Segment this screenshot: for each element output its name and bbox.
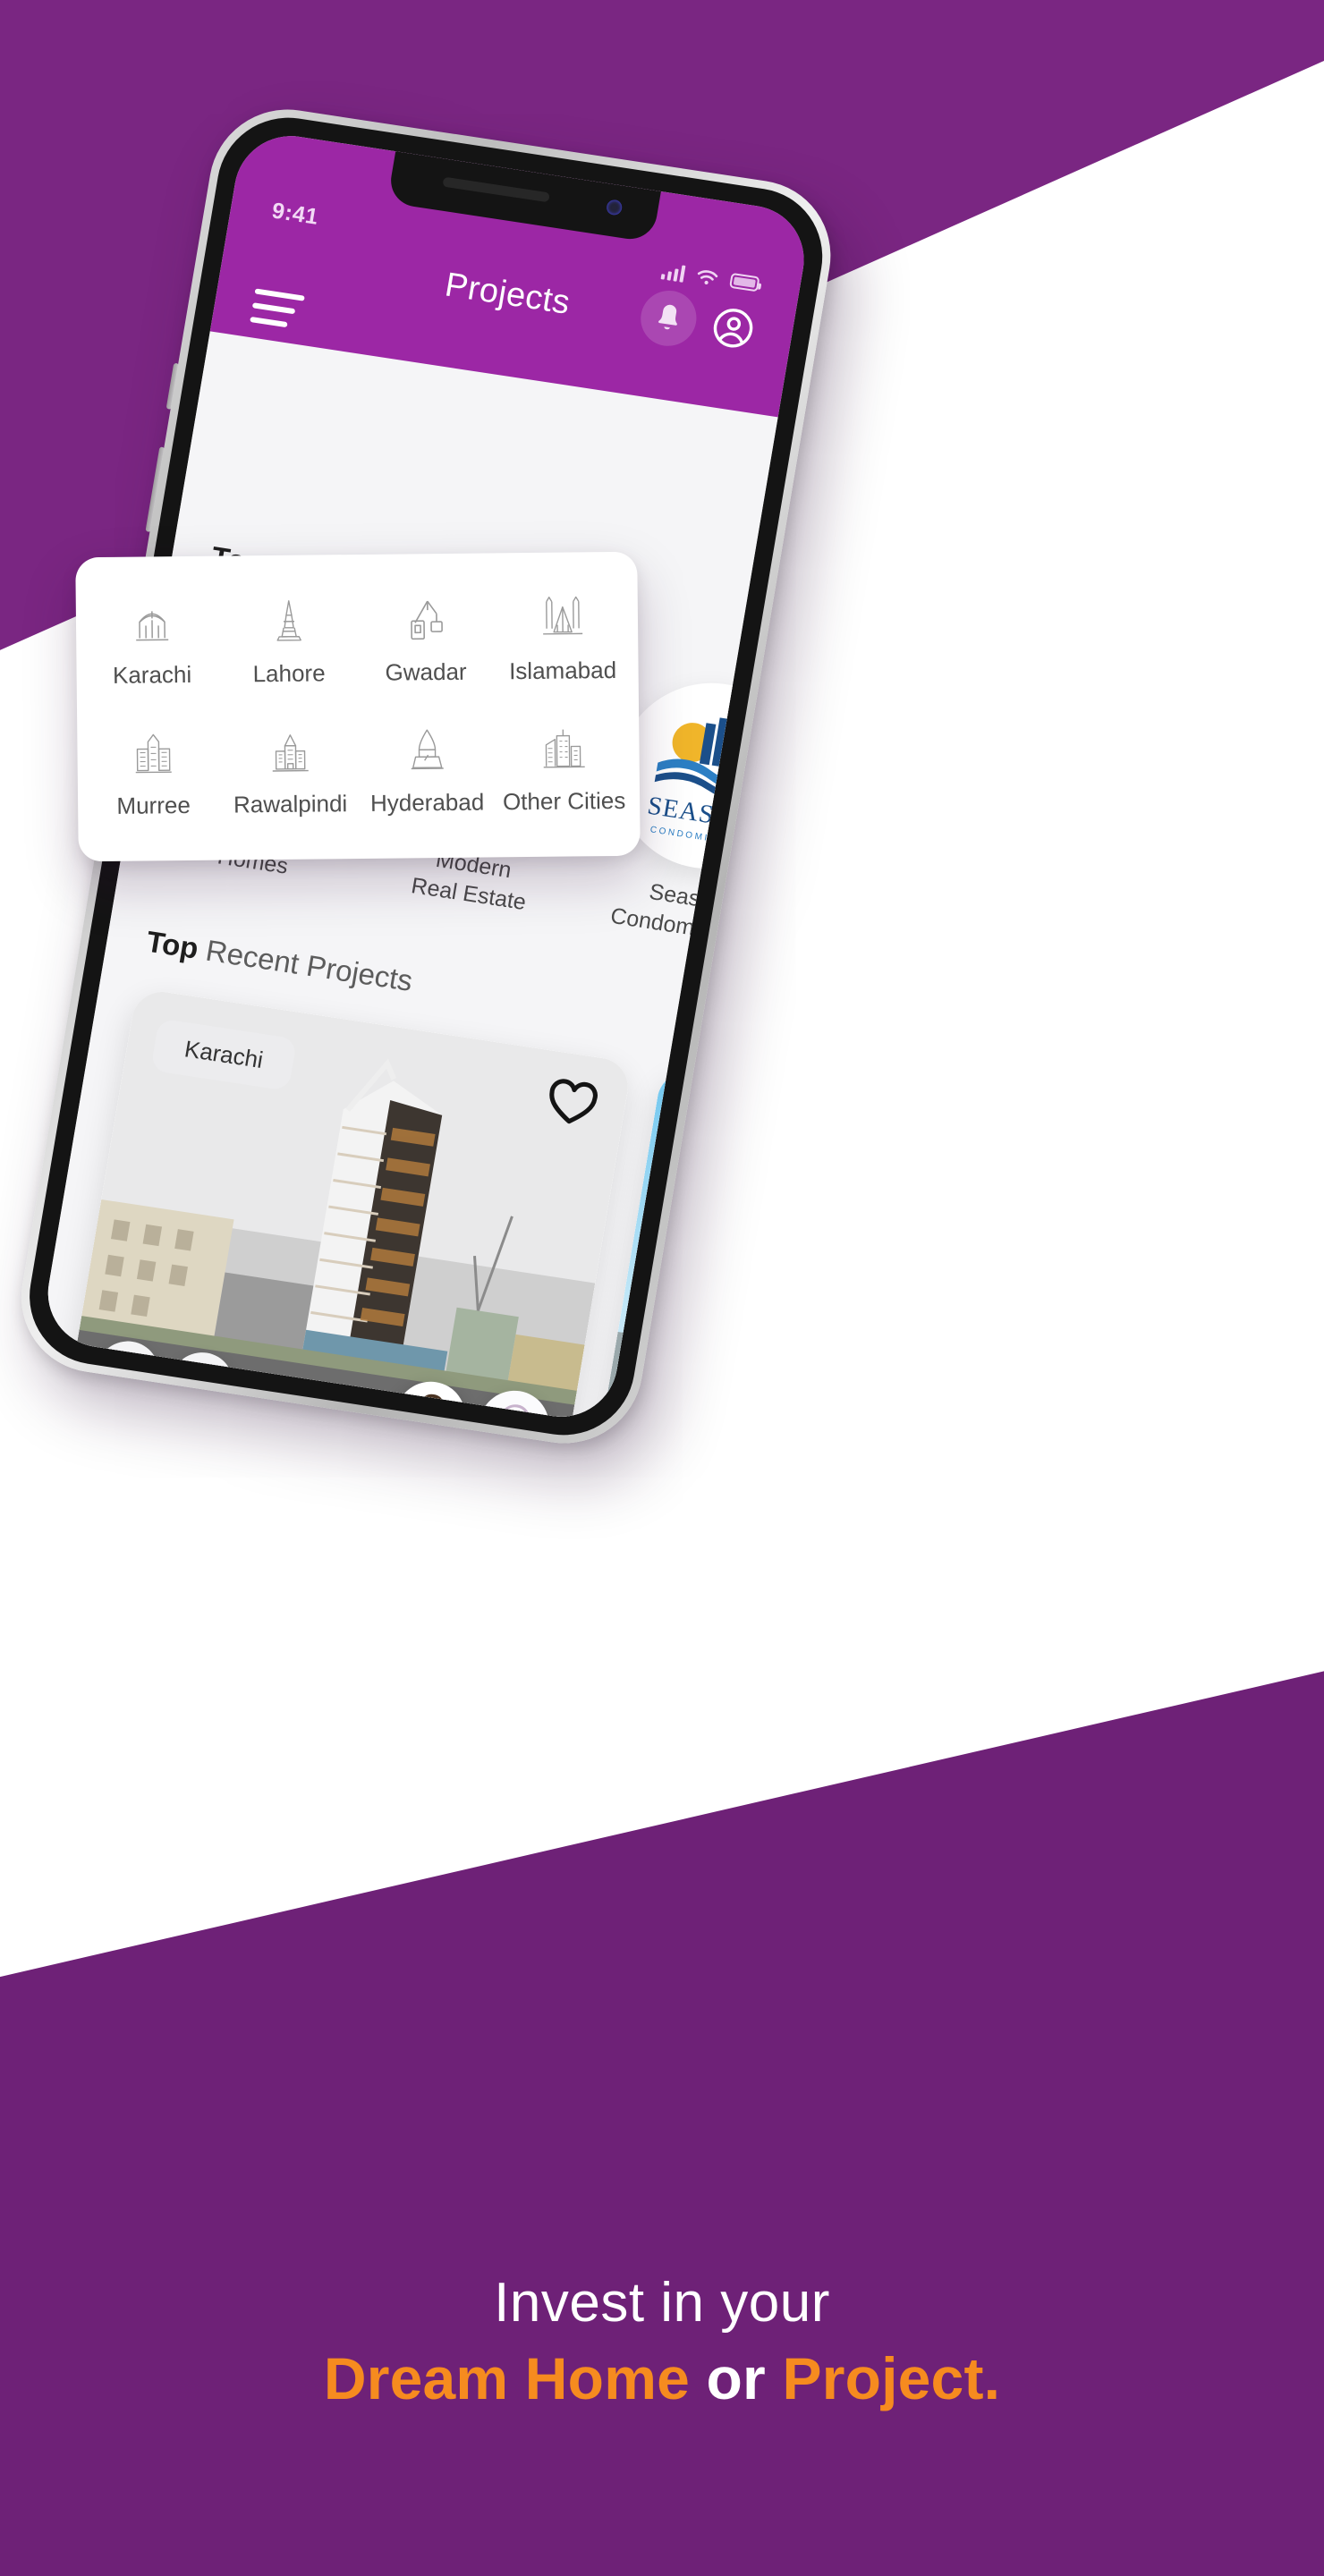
- project-action-chips[interactable]: [616, 1416, 763, 1425]
- city-label: Murree: [116, 791, 191, 819]
- civic-building-icon: [272, 733, 309, 772]
- builder-name: Mayari Real Estate: [806, 902, 812, 988]
- city-label: Rawalpindi: [233, 789, 348, 818]
- notification-button[interactable]: [636, 286, 701, 351]
- city-grid[interactable]: Karachi Lahore Gwadar Islamabad Murree R…: [82, 573, 632, 840]
- share-button[interactable]: [90, 1336, 164, 1409]
- projects-list[interactable]: Karachi Lahore: [39, 953, 812, 1425]
- hill-buildings-icon: [135, 733, 172, 773]
- dominion-photo: [598, 1067, 812, 1425]
- faisal-mosque-icon: [542, 596, 582, 635]
- city-label: Lahore: [252, 658, 326, 687]
- poster-canvas: 9:41 Projects Homes Modern Real Estate S…: [0, 0, 1324, 2576]
- project-image: Lahore: [598, 1067, 812, 1425]
- city-picker-card[interactable]: Karachi Lahore Gwadar Islamabad Murree R…: [75, 551, 641, 862]
- wifi-icon: [697, 269, 718, 284]
- project-card[interactable]: Karachi: [46, 987, 633, 1425]
- city-option-lahore[interactable]: Lahore: [219, 576, 358, 708]
- city-skyline-icon: [543, 729, 585, 768]
- city-label: Karachi: [112, 660, 192, 689]
- tagline-connector: or: [689, 2345, 783, 2411]
- mazar-e-quaid-icon: [135, 610, 168, 640]
- city-option-murree[interactable]: Murree: [84, 708, 223, 841]
- builder-card[interactable]: MAYARI RE Mayari Real Estate: [806, 703, 812, 988]
- heart-icon: [549, 1079, 598, 1124]
- user-circle-icon: [713, 309, 753, 348]
- project-image: Karachi: [72, 987, 633, 1425]
- share-button[interactable]: [616, 1416, 690, 1425]
- signal-bars-icon: [660, 261, 686, 283]
- city-label: Gwadar: [385, 657, 467, 686]
- verified-pin-icon: [499, 1404, 530, 1425]
- front-camera: [605, 199, 624, 216]
- city-option-gwadar[interactable]: Gwadar: [356, 574, 495, 707]
- tagline-line-1: Invest in your: [494, 2272, 830, 2334]
- tomb-monument-icon: [411, 728, 444, 769]
- status-time: 9:41: [269, 198, 321, 230]
- location-button[interactable]: [165, 1348, 238, 1419]
- hamburger-menu-icon[interactable]: [250, 288, 305, 329]
- city-label: Other Cities: [502, 786, 626, 815]
- port-crane-icon: [410, 600, 443, 640]
- city-option-rawalpindi[interactable]: Rawalpindi: [221, 707, 360, 839]
- battery-icon: [729, 272, 760, 292]
- profile-button[interactable]: [709, 304, 758, 353]
- header-actions: [636, 286, 760, 359]
- city-label: Islamabad: [508, 656, 617, 684]
- bell-icon: [658, 304, 677, 330]
- city-option-islamabad[interactable]: Islamabad: [493, 573, 632, 706]
- project-price: Starting From PKR 10 Lakh: [88, 1423, 530, 1425]
- city-option-karachi[interactable]: Karachi: [82, 578, 221, 710]
- tagline-highlight-2: Project.: [782, 2345, 1001, 2411]
- city-label: Hyderabad: [369, 788, 485, 817]
- status-icons: [660, 261, 760, 293]
- poster-tagline: Invest in your Dream Home or Project.: [0, 2267, 1324, 2418]
- project-city-badge[interactable]: Lahore: [675, 1097, 812, 1170]
- tagline-line-2: Dream Home or Project.: [0, 2339, 1324, 2418]
- builder-name: Seaside Condominiums: [608, 878, 760, 951]
- map-pin-icon: [192, 1368, 213, 1399]
- city-option-other-cities[interactable]: Other Cities: [495, 704, 633, 836]
- city-option-hyderabad[interactable]: Hyderabad: [358, 705, 496, 837]
- favorite-button[interactable]: [542, 1074, 602, 1134]
- share-icon: [116, 1361, 140, 1386]
- bottom-purple-shape: [0, 1599, 1324, 2576]
- minar-e-pakistan-icon: [276, 599, 301, 641]
- projects-title-bold: Top: [144, 924, 201, 965]
- svg-text:CONDOMINIUMS: CONDOMINIUMS: [649, 825, 750, 850]
- tagline-highlight-1: Dream Home: [323, 2345, 690, 2411]
- earpiece-speaker: [442, 176, 550, 203]
